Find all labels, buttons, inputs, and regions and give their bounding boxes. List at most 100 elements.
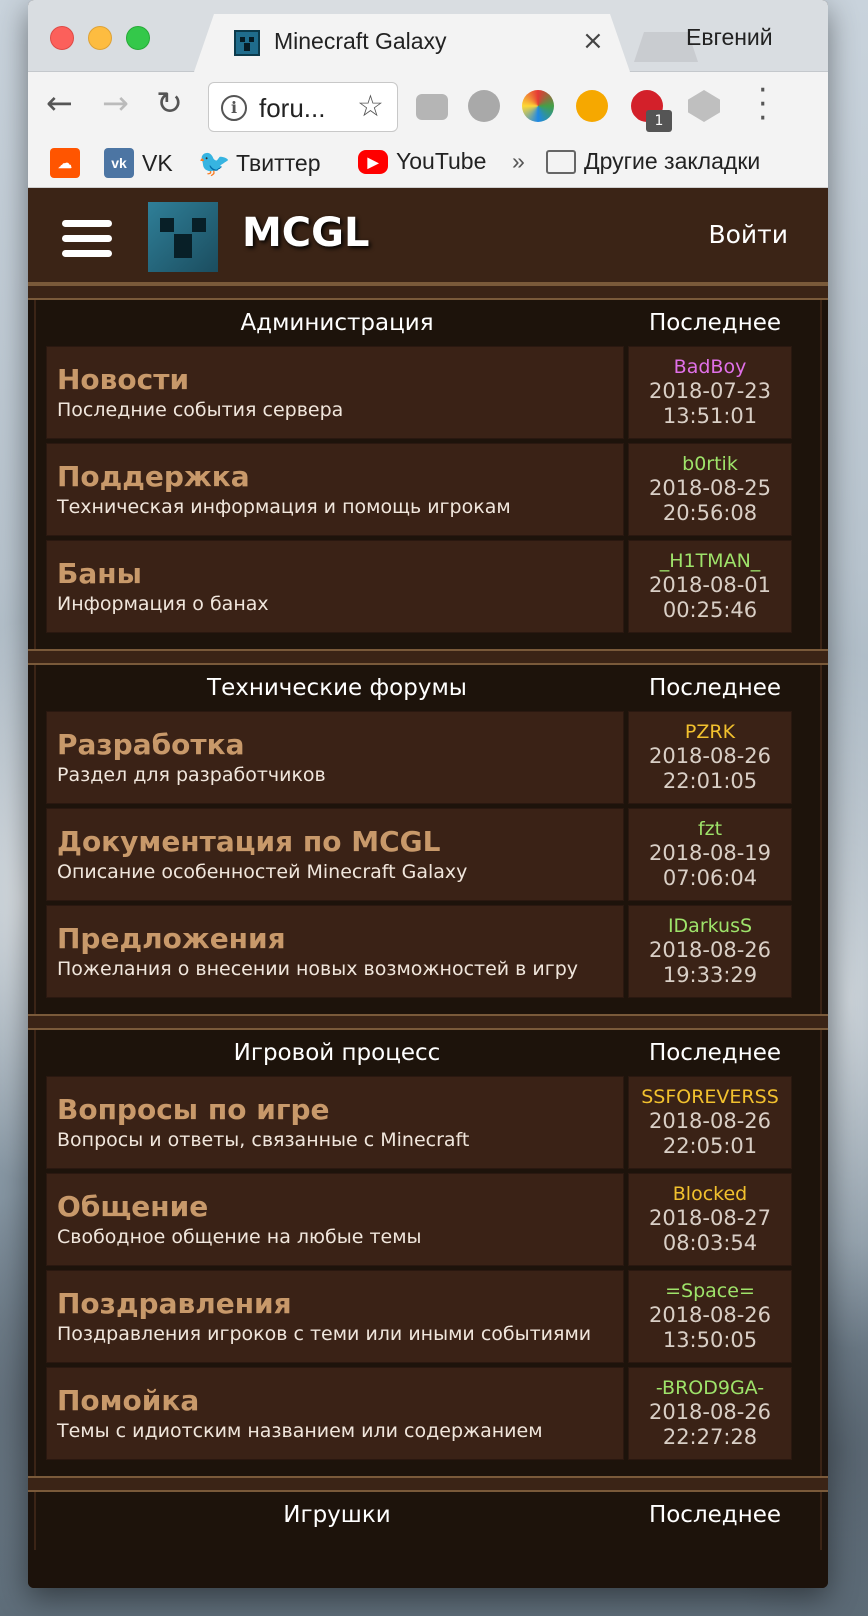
last-post-user-link[interactable]: -BROD9GA- <box>629 1376 791 1400</box>
forum-row: Новости Последние события сервера BadBoy… <box>46 346 810 439</box>
forum-title-link[interactable]: Поддержка <box>57 460 613 494</box>
forum-cell[interactable]: Баны Информация о банах <box>46 540 624 633</box>
forum-description: Свободное общение на любые темы <box>57 1226 422 1248</box>
forum-row: Поддержка Техническая информация и помощ… <box>46 443 810 536</box>
bookmark-twitter[interactable]: 🐦 Твиттер <box>198 148 321 178</box>
section-header: Игрушки Последнее <box>46 1492 810 1538</box>
last-post-cell: -BROD9GA- 2018-08-26 22:27:28 <box>628 1367 792 1460</box>
hamburger-menu-icon[interactable] <box>62 220 112 265</box>
maximize-window-button[interactable] <box>126 26 150 50</box>
last-post-user-link[interactable]: SSFOREVERSS <box>629 1085 791 1109</box>
forum-cell[interactable]: Предложения Пожелания о внесении новых в… <box>46 905 624 998</box>
forum-cell[interactable]: Документация по MCGL Описание особенност… <box>46 808 624 901</box>
forum-description: Вопросы и ответы, связанные с Minecraft <box>57 1129 470 1151</box>
last-post-user-link[interactable]: b0rtik <box>629 452 791 476</box>
url-text[interactable]: foru... <box>259 93 325 124</box>
last-post-cell: b0rtik 2018-08-25 20:56:08 <box>628 443 792 536</box>
tab-title: Minecraft Galaxy <box>274 28 447 54</box>
last-post-user-link[interactable]: =Space= <box>629 1279 791 1303</box>
site-info-icon[interactable]: i <box>221 95 247 121</box>
forum-title-link[interactable]: Документация по MCGL <box>57 825 613 859</box>
tab-minecraft-galaxy[interactable]: Minecraft Galaxy × <box>194 14 630 72</box>
headphones-extension-icon[interactable] <box>576 90 608 122</box>
bookmark-star-icon[interactable]: ☆ <box>357 89 384 124</box>
bookmark-label: VK <box>142 149 173 176</box>
last-post-cell: PZRK 2018-08-26 22:01:05 <box>628 711 792 804</box>
last-post-user-link[interactable]: PZRK <box>629 720 791 744</box>
last-post-cell: SSFOREVERSS 2018-08-26 22:05:01 <box>628 1076 792 1169</box>
last-post-user-link[interactable]: Blocked <box>629 1182 791 1206</box>
forum-section: Администрация Последнее Новости Последни… <box>34 300 822 649</box>
forum-cell[interactable]: Поддержка Техническая информация и помощ… <box>46 443 624 536</box>
forum-row: Разработка Раздел для разработчиков PZRK… <box>46 711 810 804</box>
forum-description: Техническая информация и помощь игрокам <box>57 496 511 518</box>
last-post-user-link[interactable]: _H1TMAN_ <box>629 549 791 573</box>
forum-description: Темы с идиотским названием или содержани… <box>57 1420 543 1442</box>
bookmark-other-folder[interactable]: Другие закладки <box>546 148 760 175</box>
last-post-time: 00:25:46 <box>662 598 758 622</box>
last-post-cell: BadBoy 2018-07-23 13:51:01 <box>628 346 792 439</box>
forum-description: Поздравления игроков с теми или иными со… <box>57 1323 592 1345</box>
browser-menu-icon[interactable]: · · · <box>758 76 768 134</box>
web-content: MCGL Войти Администрация Последнее Новос… <box>28 188 828 1588</box>
login-link[interactable]: Войти <box>708 220 788 249</box>
last-post-time: 08:03:54 <box>662 1231 758 1255</box>
last-post-date: 2018-08-26 <box>648 1303 772 1327</box>
forum-cell[interactable]: Новости Последние события сервера <box>46 346 624 439</box>
forum-row: Общение Свободное общение на любые темы … <box>46 1173 810 1266</box>
forum-cell[interactable]: Вопросы по игре Вопросы и ответы, связан… <box>46 1076 624 1169</box>
section-header: Игровой процесс Последнее <box>46 1030 810 1076</box>
forum-title-link[interactable]: Предложения <box>57 922 613 956</box>
star-extension-icon[interactable] <box>522 90 554 122</box>
last-post-time: 20:56:08 <box>662 501 758 525</box>
last-post-user-link[interactable]: fzt <box>629 817 791 841</box>
bookmarks-bar: ☁ vk VK 🐦 Твиттер ▶ YouTube » Другие зак… <box>28 142 828 188</box>
forum-description: Последние события сервера <box>57 399 344 421</box>
forum-title-link[interactable]: Вопросы по игре <box>57 1093 613 1127</box>
close-window-button[interactable] <box>50 26 74 50</box>
forum-cell[interactable]: Разработка Раздел для разработчиков <box>46 711 624 804</box>
forward-arrow-icon[interactable]: → <box>102 84 129 122</box>
creeper-logo-icon[interactable] <box>148 202 218 272</box>
last-post-date: 2018-08-27 <box>648 1206 772 1230</box>
section-title: Игровой процесс <box>233 1040 441 1066</box>
forum-title-link[interactable]: Разработка <box>57 728 613 762</box>
last-post-user-link[interactable]: BadBoy <box>629 355 791 379</box>
forum-title-link[interactable]: Общение <box>57 1190 613 1224</box>
back-arrow-icon[interactable]: ← <box>46 84 73 122</box>
last-post-cell: Blocked 2018-08-27 08:03:54 <box>628 1173 792 1266</box>
camera-extension-icon[interactable] <box>416 94 448 120</box>
minimize-window-button[interactable] <box>88 26 112 50</box>
last-post-user-link[interactable]: IDarkusS <box>629 914 791 938</box>
forum-section: Игровой процесс Последнее Вопросы по игр… <box>34 1030 822 1476</box>
last-post-date: 2018-07-23 <box>648 379 772 403</box>
bookmarks-overflow-chevron-icon[interactable]: » <box>512 148 525 175</box>
bookmark-soundcloud[interactable]: ☁ <box>50 148 80 178</box>
forum-title-link[interactable]: Баны <box>57 557 613 591</box>
forum-section: Технические форумы Последнее Разработка … <box>34 665 822 1014</box>
last-post-time: 22:05:01 <box>662 1134 758 1158</box>
forum-list: Вопросы по игре Вопросы и ответы, связан… <box>46 1076 810 1460</box>
forum-cell[interactable]: Помойка Темы с идиотским названием или с… <box>46 1367 624 1460</box>
section-header: Администрация Последнее <box>46 300 810 346</box>
forum-cell[interactable]: Поздравления Поздравления игроков с теми… <box>46 1270 624 1363</box>
bookmark-vk[interactable]: vk VK <box>104 148 173 178</box>
forum-description: Информация о банах <box>57 593 269 615</box>
bookmark-youtube[interactable]: ▶ YouTube <box>358 148 486 175</box>
address-bar[interactable]: i foru... ☆ <box>208 82 398 132</box>
reload-icon[interactable]: ↻ <box>156 84 183 122</box>
section-divider <box>28 1014 828 1030</box>
tab-close-icon[interactable]: × <box>582 26 604 56</box>
forum-description: Описание особенностей Minecraft Galaxy <box>57 861 468 883</box>
vk-icon: vk <box>104 148 134 178</box>
gear-extension-icon[interactable] <box>468 90 500 122</box>
site-title[interactable]: MCGL <box>242 210 369 256</box>
forum-cell[interactable]: Общение Свободное общение на любые темы <box>46 1173 624 1266</box>
profile-name[interactable]: Евгений <box>686 24 773 51</box>
forum-title-link[interactable]: Новости <box>57 363 613 397</box>
section-divider <box>28 284 828 300</box>
forum-title-link[interactable]: Поздравления <box>57 1287 613 1321</box>
twitter-icon: 🐦 <box>198 148 231 178</box>
forum-title-link[interactable]: Помойка <box>57 1384 613 1418</box>
dropbox-extension-icon[interactable] <box>688 90 720 122</box>
